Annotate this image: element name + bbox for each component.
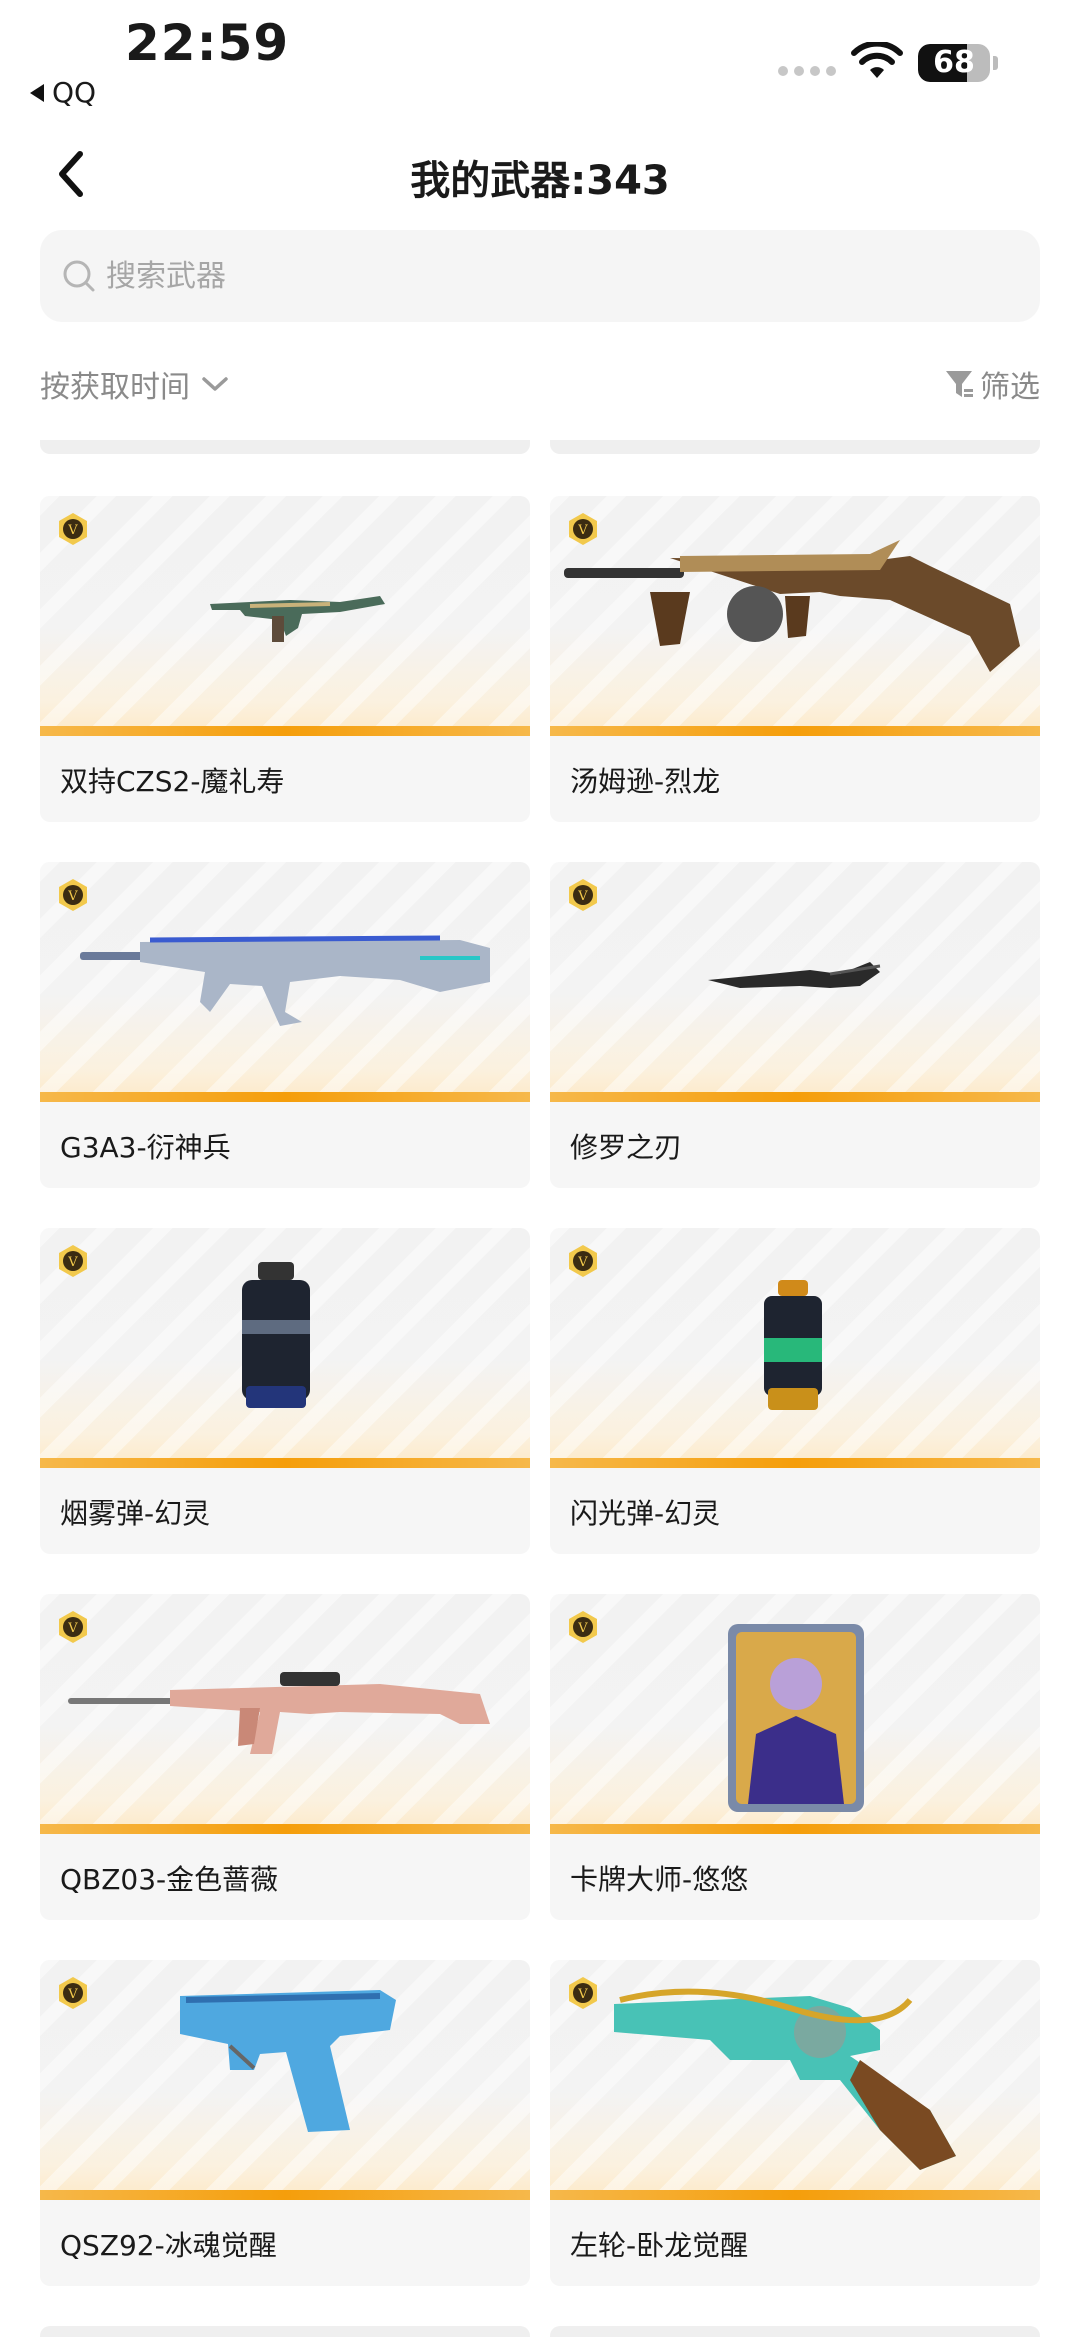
vip-badge-icon: V [59, 879, 87, 911]
weapon-card[interactable]: V 修罗之刃 [550, 862, 1040, 1188]
svg-text:V: V [577, 1987, 588, 2002]
weapon-name: 烟雾弹-幻灵 [60, 1497, 211, 1530]
vip-badge-icon: V [569, 1977, 597, 2009]
revolver-image [614, 1988, 956, 2170]
svg-text:V: V [577, 1621, 588, 1636]
svg-text:V: V [67, 1621, 78, 1636]
weapon-name: 闪光弹-幻灵 [570, 1497, 721, 1530]
weapon-card[interactable]: V 双持CZS2-魔礼寿 [40, 496, 530, 822]
vip-badge-icon: V [569, 513, 597, 545]
weapon-name: QSZ92-冰魂觉醒 [60, 2229, 277, 2262]
weapon-name: 修罗之刃 [570, 1131, 683, 1164]
weapon-name: 左轮-卧龙觉醒 [570, 2229, 749, 2262]
vip-badge-icon: V [59, 1611, 87, 1643]
g3a3-rifle-image [80, 935, 490, 1026]
svg-text:V: V [67, 889, 78, 904]
rarity-bar [40, 726, 530, 736]
rarity-bar [40, 1092, 530, 1102]
vip-badge-icon: V [569, 1611, 597, 1643]
vip-badge-icon: V [569, 1245, 597, 1277]
weapon-card[interactable]: V 卡牌大师-悠悠 [550, 1594, 1040, 1920]
qbz03-rifle-image [68, 1672, 490, 1754]
tommy-gun-image [564, 540, 1020, 672]
vip-badge-icon: V [59, 513, 87, 545]
weapon-grid: V 双持CZS2-魔礼寿 V 汤姆逊-烈龙 V G3A3-衍神兵 V 修罗之刃 … [40, 0, 1040, 2337]
svg-text:V: V [577, 523, 588, 538]
rarity-bar [40, 1824, 530, 1834]
weapon-card[interactable]: V QBZ03-金色蔷薇 [40, 1594, 530, 1920]
weapon-card[interactable]: V G3A3-衍神兵 [40, 862, 530, 1188]
partial-card-bottom-right [550, 2326, 1040, 2337]
weapon-name: 卡牌大师-悠悠 [570, 1863, 749, 1896]
qsz92-pistol-image [180, 1990, 396, 2132]
weapon-card[interactable]: V 闪光弹-幻灵 [550, 1228, 1040, 1554]
weapon-name: QBZ03-金色蔷薇 [60, 1863, 279, 1896]
weapon-card[interactable]: V QSZ92-冰魂觉醒 [40, 1960, 530, 2286]
vip-badge-icon: V [569, 879, 597, 911]
rarity-bar [550, 1092, 1040, 1102]
svg-text:V: V [577, 889, 588, 904]
smoke-grenade-image [242, 1262, 310, 1408]
weapon-name: G3A3-衍神兵 [60, 1131, 231, 1164]
rarity-bar [550, 1458, 1040, 1468]
rarity-bar [550, 726, 1040, 736]
dual-pistol-image [210, 596, 385, 642]
rarity-bar [40, 1458, 530, 1468]
weapon-card[interactable]: V 烟雾弹-幻灵 [40, 1228, 530, 1554]
weapon-card[interactable]: V 汤姆逊-烈龙 [550, 496, 1040, 822]
rarity-bar [550, 1824, 1040, 1834]
svg-text:V: V [67, 1987, 78, 2002]
svg-text:V: V [67, 1255, 78, 1270]
flash-grenade-image [764, 1280, 822, 1410]
rarity-bar [550, 2190, 1040, 2200]
weapon-name: 双持CZS2-魔礼寿 [60, 765, 285, 798]
partial-card-top-left [40, 440, 530, 454]
weapon-card[interactable]: V 左轮-卧龙觉醒 [550, 1960, 1040, 2286]
vip-badge-icon: V [59, 1245, 87, 1277]
weapon-name: 汤姆逊-烈龙 [570, 765, 721, 798]
rarity-bar [40, 2190, 530, 2200]
knife-image [708, 962, 881, 988]
svg-text:V: V [577, 1255, 588, 1270]
character-card-image [728, 1624, 864, 1812]
svg-text:V: V [67, 523, 78, 538]
vip-badge-icon: V [59, 1977, 87, 2009]
partial-card-bottom-left [40, 2326, 530, 2337]
partial-card-top-right [550, 440, 1040, 454]
